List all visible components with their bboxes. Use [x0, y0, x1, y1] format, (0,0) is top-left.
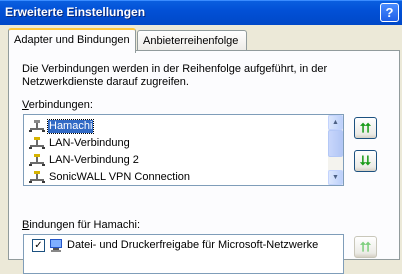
network-connection-icon — [29, 120, 45, 132]
move-down-button[interactable]: ⮇ — [354, 150, 377, 172]
up-arrow-icon: ⮅ — [360, 239, 371, 254]
binding-item-label: Datei- und Druckerfreigabe für Microsoft… — [67, 239, 319, 251]
binding-move-up-button[interactable]: ⮅ — [354, 236, 377, 258]
down-arrow-icon: ⮇ — [360, 153, 371, 168]
help-button[interactable]: ? — [380, 3, 399, 22]
move-up-button[interactable]: ⮅ — [354, 117, 377, 139]
connections-label-rest: erbindungen: — [28, 99, 93, 111]
connections-listbox[interactable]: Hamachi LAN-Verbindung LAN-Verbindung 2 … — [23, 114, 344, 186]
title-bar[interactable]: Erweiterte Einstellungen ? — [0, 0, 402, 25]
network-connection-icon — [29, 154, 45, 166]
tab-adapter-und-bindungen[interactable]: Adapter und Bindungen — [8, 28, 136, 53]
scroll-up-button[interactable]: ▲ — [328, 115, 343, 130]
connections-scrollbar[interactable]: ▲ ▼ — [328, 115, 343, 185]
scroll-down-button[interactable]: ▼ — [328, 170, 343, 185]
connections-label: Verbindungen: — [22, 99, 93, 111]
computer-network-icon — [50, 239, 62, 252]
up-arrow-icon: ⮅ — [360, 120, 371, 135]
window-title: Erweiterte Einstellungen — [5, 5, 146, 19]
bindings-label: Bindungen für Hamachi: — [22, 219, 140, 231]
bindings-treeview[interactable]: ✓ Datei- und Druckerfreigabe für Microso… — [23, 234, 344, 274]
scroll-thumb[interactable] — [328, 130, 343, 157]
network-connection-icon — [29, 137, 45, 149]
description-text: Die Verbindungen werden in der Reihenfol… — [22, 63, 328, 88]
list-item-label: LAN-Verbindung 2 — [49, 154, 139, 166]
list-item-label: LAN-Verbindung — [49, 137, 130, 149]
connections-label-accel: V — [22, 99, 29, 111]
list-item-label: SonicWALL VPN Connection — [49, 171, 191, 183]
network-connection-icon — [29, 171, 45, 183]
list-item-label: Hamachi — [46, 119, 95, 134]
tab-anbieterreihenfolge[interactable]: Anbieterreihenfolge — [137, 30, 247, 51]
bindings-label-rest: indungen für Hamachi: — [29, 219, 141, 231]
binding-checkbox[interactable]: ✓ — [32, 239, 45, 252]
